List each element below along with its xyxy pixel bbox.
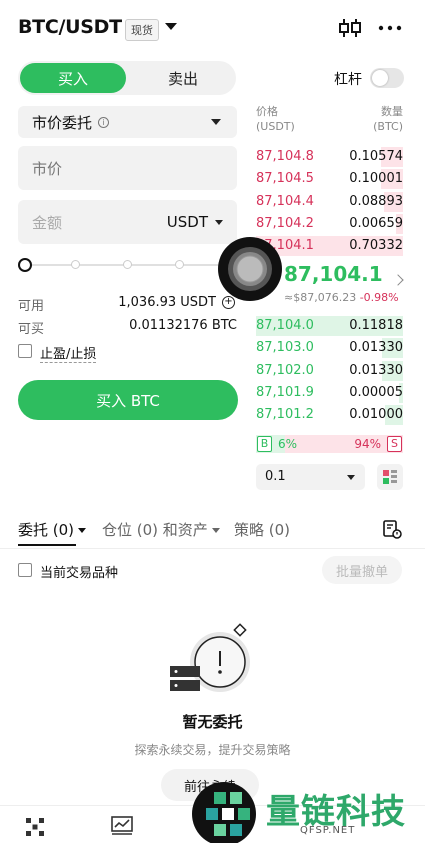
ask-price: 87,104.8 [256,149,314,164]
watermark-sub: QFSP.NET [300,825,356,836]
bid-price: 87,102.0 [256,362,314,378]
tpsl-label[interactable]: 止盈/止损 [40,343,97,363]
ask-qty: 0.10574 [349,149,403,164]
bid-price: 87,101.2 [256,407,314,423]
bid-qty: 0.01330 [349,362,403,378]
empty-title: 暂无委托 [182,713,243,731]
book-layout-icon[interactable] [377,464,403,490]
bid-qty: 0.01330 [349,340,403,356]
bid-row[interactable]: 87,104.0 0.11818 [256,315,403,337]
buy-tag: B [257,436,272,452]
slider-mark-50[interactable] [123,260,132,269]
bid-qty: 0.01000 [349,407,403,423]
ask-qty: 0.08893 [349,193,403,209]
ask-row[interactable]: 87,104.8 0.10574 [256,146,403,168]
sell-pct: 94% [354,437,381,451]
bid-price: 87,101.9 [256,384,314,400]
ask-price: 87,104.2 [256,215,314,231]
sell-ratio-fill [285,435,403,453]
current-pair-checkbox[interactable] [18,563,32,577]
available-label: 可用 [18,299,45,314]
qty-header: 数量 (BTC) [373,105,403,133]
can-buy-value: 0.01132176 BTC [129,318,237,333]
order-type-select[interactable]: 市价委托 i [18,106,237,138]
chevron-down-icon [211,119,221,125]
slider-mark-25[interactable] [71,260,80,269]
depth-value: 0.1 [265,469,286,484]
info-icon[interactable]: i [98,116,110,128]
candlestick-icon[interactable] [337,16,363,40]
can-buy-label: 可买 [18,322,45,337]
empty-subtitle: 探索永续交易，提升交易策略 [134,743,291,757]
chart-icon[interactable] [111,816,133,836]
bid-row[interactable]: 87,103.0 0.01330 [256,337,403,359]
buy-btc-button[interactable]: 买入 BTC [18,380,238,420]
sell-tab[interactable]: 卖出 [130,63,236,93]
chevron-right-icon[interactable] [392,274,404,286]
buy-sell-ratio-bar: B 6% 94% S [256,435,403,453]
divider [0,548,425,549]
amount-input[interactable]: 金额 USDT [18,200,237,244]
depth-chart-icon[interactable] [25,817,45,837]
amount-unit-select[interactable]: USDT [167,213,223,231]
bid-row[interactable]: 87,101.2 0.01000 [256,404,403,426]
bid-price: 87,103.0 [256,340,314,356]
current-pair-label[interactable]: 当前交易品种 [40,562,118,581]
more-icon[interactable] [377,16,403,40]
last-price: 87,104.1 [284,262,383,286]
touch-indicator [218,237,282,301]
available-value: 1,036.93 USDT [118,295,216,310]
slider-mark-75[interactable] [175,260,184,269]
depth-select[interactable]: 0.1 [256,464,365,490]
ask-qty: 0.00659 [349,215,403,231]
chevron-down-icon [347,475,355,480]
leverage-label: 杠杆 [334,72,362,88]
pair-dropdown-icon[interactable] [165,23,177,30]
ask-qty: 0.10001 [349,171,403,187]
tab-orders[interactable]: 委托 (0) [18,519,87,540]
bid-row[interactable]: 87,101.9 0.00005 [256,382,403,404]
spot-badge: 现货 [125,19,159,41]
price-change: -0.98% [359,291,399,304]
slider-handle[interactable] [18,258,32,272]
batch-cancel-button[interactable]: 批量撤单 [322,556,402,584]
buy-pct: 6% [278,437,298,451]
sell-tag: S [387,436,402,452]
order-type-label: 市价委托 [32,113,93,132]
watermark-logo-icon [192,782,256,843]
empty-orders-icon [170,623,250,692]
last-price-usd: ≈$87,076.23 -0.98% [284,291,399,304]
bid-price: 87,104.0 [256,318,314,333]
buy-tab[interactable]: 买入 [20,63,126,93]
price-header: 价格 (USDT) [256,105,295,133]
ask-price: 87,104.5 [256,171,314,187]
switch-knob [372,70,388,86]
price-input[interactable]: 市价 [18,146,237,190]
bid-qty: 0.00005 [349,384,403,400]
ask-row[interactable]: 87,104.2 0.00659 [256,213,403,235]
ask-price: 87,104.4 [256,193,314,209]
tab-strategies[interactable]: 策略 (0) [234,519,290,540]
price-placeholder: 市价 [32,159,63,178]
tab-positions[interactable]: 仓位 (0) 和资产 [102,519,220,540]
amount-placeholder: 金额 [32,213,63,232]
tpsl-checkbox[interactable] [18,344,32,358]
ask-row[interactable]: 87,104.4 0.08893 [256,191,403,213]
pair-title[interactable]: BTC/USDT [18,16,122,38]
bid-row[interactable]: 87,102.0 0.01330 [256,360,403,382]
tab-underline [18,544,76,546]
order-history-icon[interactable] [382,519,402,539]
ask-qty: 0.70332 [349,238,403,254]
bid-qty: 0.11818 [349,318,403,333]
ask-row[interactable]: 87,104.5 0.10001 [256,168,403,190]
